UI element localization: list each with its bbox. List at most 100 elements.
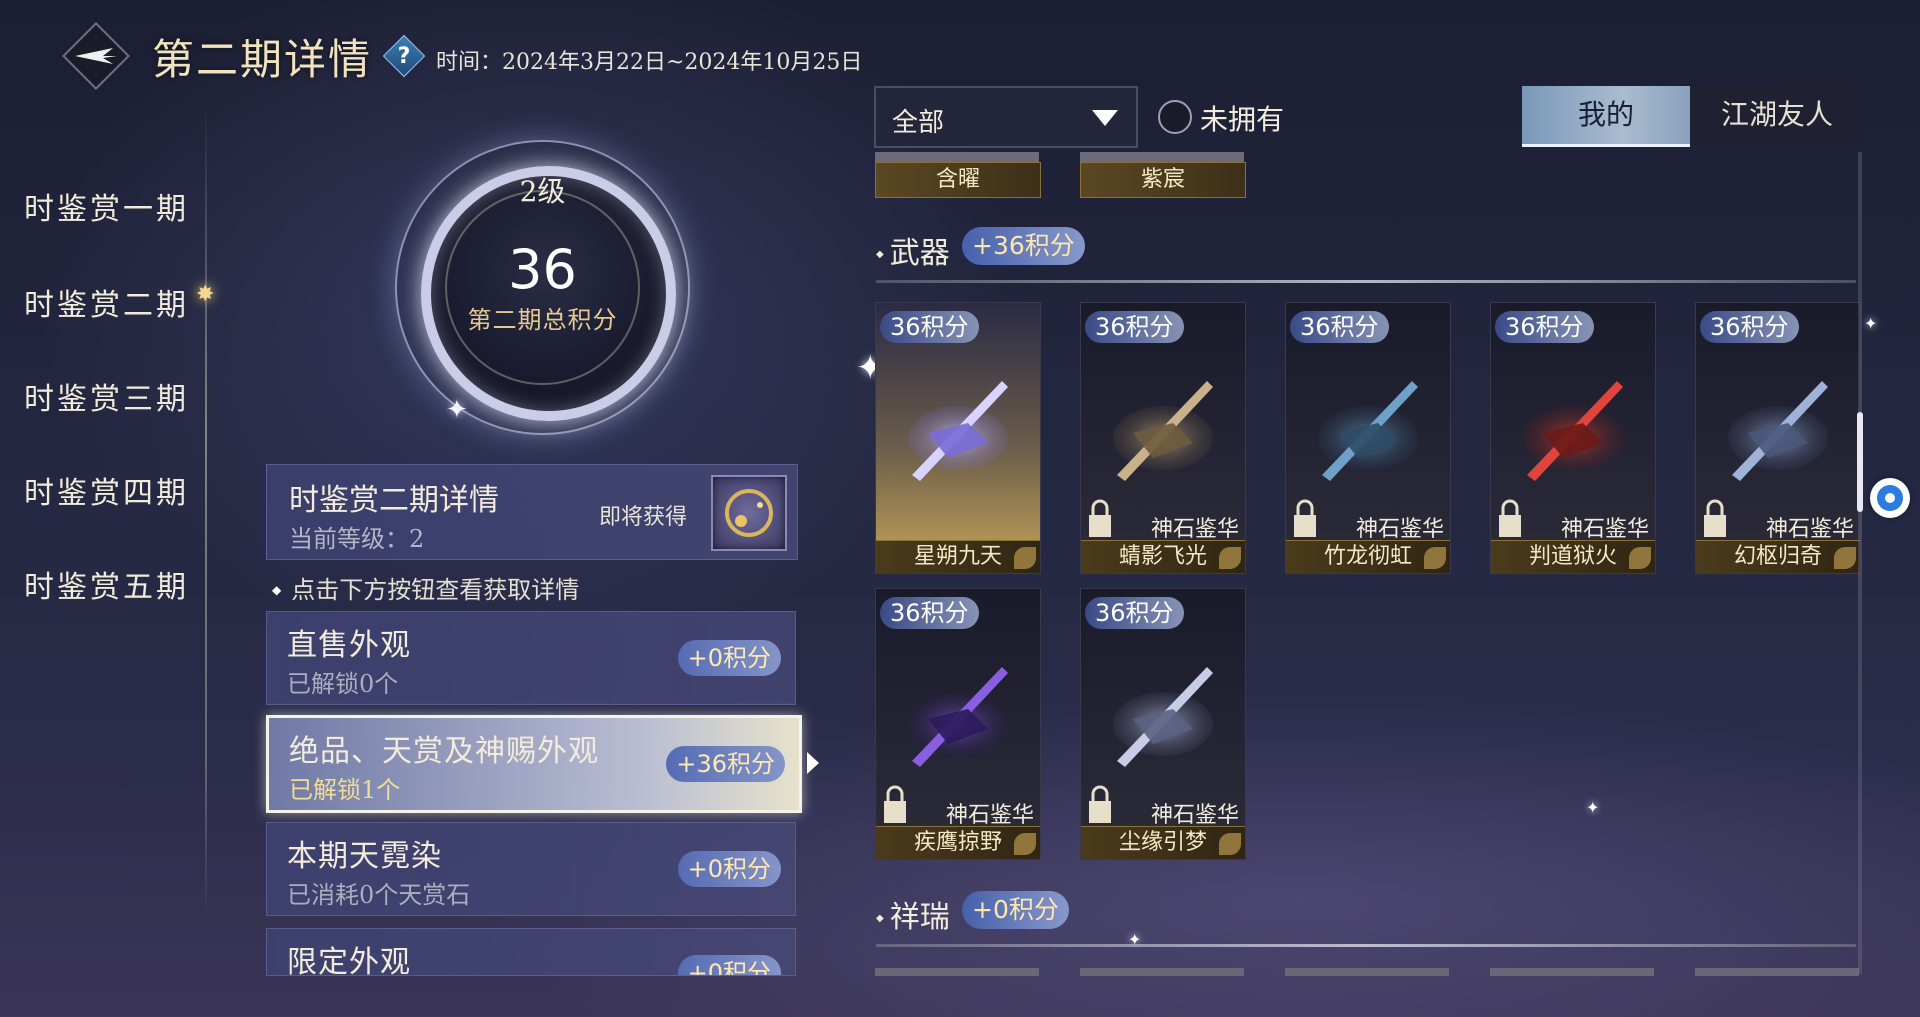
tab-friends[interactable]: 江湖友人 (1692, 86, 1862, 144)
points-badge: +0积分 (677, 955, 781, 975)
category-direct-sale[interactable]: 直售外观 已解锁0个 +0积分 (266, 611, 796, 705)
item-card-top (875, 968, 1039, 976)
section-points-badge: +36积分 (962, 227, 1085, 265)
lock-icon (1294, 499, 1316, 537)
lock-icon (1499, 499, 1521, 537)
source-label: 神石鉴华 (1150, 803, 1239, 828)
points-badge: +0积分 (677, 851, 781, 887)
weapon-art-icon (1113, 381, 1213, 481)
leaf-emblem-icon (1834, 547, 1856, 569)
points-badge: 36积分 (1700, 311, 1799, 343)
level-emblem: 2级 36 第二期总积分 (395, 140, 690, 435)
item-card-top (1080, 968, 1244, 976)
active-indicator-icon: ✸ (196, 282, 215, 307)
item-card-top (1695, 968, 1859, 976)
source-label: 神石鉴华 (1560, 517, 1649, 542)
current-level: 当前等级：2 (289, 525, 425, 553)
category-limited[interactable]: 限定外观 +0积分 (266, 928, 796, 976)
scrollbar-track[interactable] (1858, 152, 1862, 974)
upcoming-reward-icon[interactable] (711, 475, 787, 551)
points-badge: +0积分 (677, 640, 781, 676)
lock-icon (884, 785, 906, 823)
nav-item-period-3[interactable]: 时鉴赏三期 (24, 374, 189, 418)
points-badge: 36积分 (1495, 311, 1594, 343)
leaf-emblem-icon (1219, 833, 1241, 855)
leaf-emblem-icon (1014, 833, 1036, 855)
hint-text: 点击下方按钮查看获取详情 (272, 570, 579, 605)
section-divider (876, 944, 1856, 947)
tab-mine[interactable]: 我的 (1522, 86, 1690, 147)
back-arrow-icon (75, 48, 117, 64)
help-icon[interactable]: ? (382, 34, 426, 78)
section-title-auspicious: 祥瑞 (876, 892, 950, 936)
nav-item-period-1[interactable]: 时鉴赏一期 (24, 184, 189, 228)
scrollbar-thumb[interactable] (1857, 412, 1863, 512)
leaf-emblem-icon (1424, 547, 1446, 569)
points-badge: 36积分 (880, 597, 979, 629)
source-label: 神石鉴华 (945, 803, 1034, 828)
category-subtitle: 已解锁1个 (289, 776, 401, 804)
section-title-weapons: 武器 (876, 228, 950, 272)
upcoming-reward-label: 即将获得 (599, 505, 688, 530)
points-badge: 36积分 (1085, 597, 1184, 629)
item-card-top (1490, 968, 1654, 976)
leaf-emblem-icon (1219, 547, 1241, 569)
weapon-card[interactable]: 36积分 神石鉴华 幻枢归奇 (1695, 302, 1861, 574)
weapon-art-icon (1728, 381, 1828, 481)
weapon-art-icon (1318, 381, 1418, 481)
weapon-card[interactable]: 36积分 神石鉴华 蜻影飞光 (1080, 302, 1246, 574)
sparkle-icon: ✦ (1864, 314, 1878, 333)
selected-arrow-icon (807, 752, 819, 774)
period-time: 时间：2024年3月22日~2024年10月25日 (436, 50, 863, 75)
floating-assistant-button[interactable] (1870, 478, 1910, 518)
points-badge: 36积分 (1085, 311, 1184, 343)
points-badge: 36积分 (1290, 311, 1389, 343)
source-label: 神石鉴华 (1150, 517, 1239, 542)
category-subtitle: 已解锁0个 (287, 670, 399, 698)
category-premium-appearance[interactable]: 绝品、天赏及神赐外观 已解锁1个 +36积分 (266, 715, 819, 813)
nav-item-period-5[interactable]: 时鉴赏五期 (24, 562, 189, 606)
leaf-emblem-icon (1629, 547, 1651, 569)
nav-item-period-2[interactable]: 时鉴赏二期 (24, 280, 189, 324)
chevron-down-icon (1092, 110, 1118, 126)
item-card-top (1285, 968, 1449, 976)
leaf-emblem-icon (1014, 547, 1036, 569)
item-name[interactable]: 含曜 (875, 162, 1041, 198)
category-title: 直售外观 (287, 628, 411, 663)
level-label: 2级 (519, 175, 566, 208)
nav-divider (205, 100, 207, 920)
source-label: 神石鉴华 (1355, 517, 1444, 542)
section-divider (876, 280, 1856, 283)
sparkle-icon: ✦ (1586, 798, 1600, 817)
weapon-art-icon (908, 381, 1008, 481)
points-badge: 36积分 (880, 311, 979, 343)
unowned-radio[interactable] (1158, 100, 1192, 134)
category-title: 绝品、天赏及神赐外观 (289, 734, 599, 769)
weapon-card[interactable]: 36积分 神石鉴华 疾鹰掠野 (875, 588, 1041, 860)
weapon-art-icon (908, 667, 1008, 767)
weapon-card[interactable]: 36积分 神石鉴华 尘缘引梦 (1080, 588, 1246, 860)
source-label: 神石鉴华 (1765, 517, 1854, 542)
lock-icon (1704, 499, 1726, 537)
total-score: 36 (508, 238, 577, 301)
weapon-card[interactable]: 36积分 神石鉴华 判道狱火 (1490, 302, 1656, 574)
lock-icon (1089, 785, 1111, 823)
category-title: 本期天霓染 (287, 839, 442, 874)
nav-item-period-4[interactable]: 时鉴赏四期 (24, 468, 189, 512)
weapon-card[interactable]: 36积分 星朔九天 (875, 302, 1041, 574)
weapon-art-icon (1113, 667, 1213, 767)
back-button[interactable] (62, 22, 130, 90)
filter-dropdown[interactable]: 全部 (874, 86, 1138, 148)
weapon-art-icon (1523, 381, 1623, 481)
item-card-top (875, 152, 1039, 162)
total-score-label: 第二期总积分 (467, 306, 618, 334)
category-dye[interactable]: 本期天霓染 已消耗0个天赏石 +0积分 (266, 822, 796, 916)
item-card-top (1080, 152, 1244, 162)
item-name[interactable]: 紫宸 (1080, 162, 1246, 198)
lock-icon (1089, 499, 1111, 537)
unowned-label: 未拥有 (1200, 103, 1285, 136)
weapon-card[interactable]: 36积分 神石鉴华 竹龙彻虹 (1285, 302, 1451, 574)
period-detail-card[interactable]: 时鉴赏二期详情 当前等级：2 即将获得 (266, 464, 798, 560)
detail-title: 时鉴赏二期详情 (289, 483, 499, 518)
category-subtitle: 已消耗0个天赏石 (287, 881, 471, 909)
